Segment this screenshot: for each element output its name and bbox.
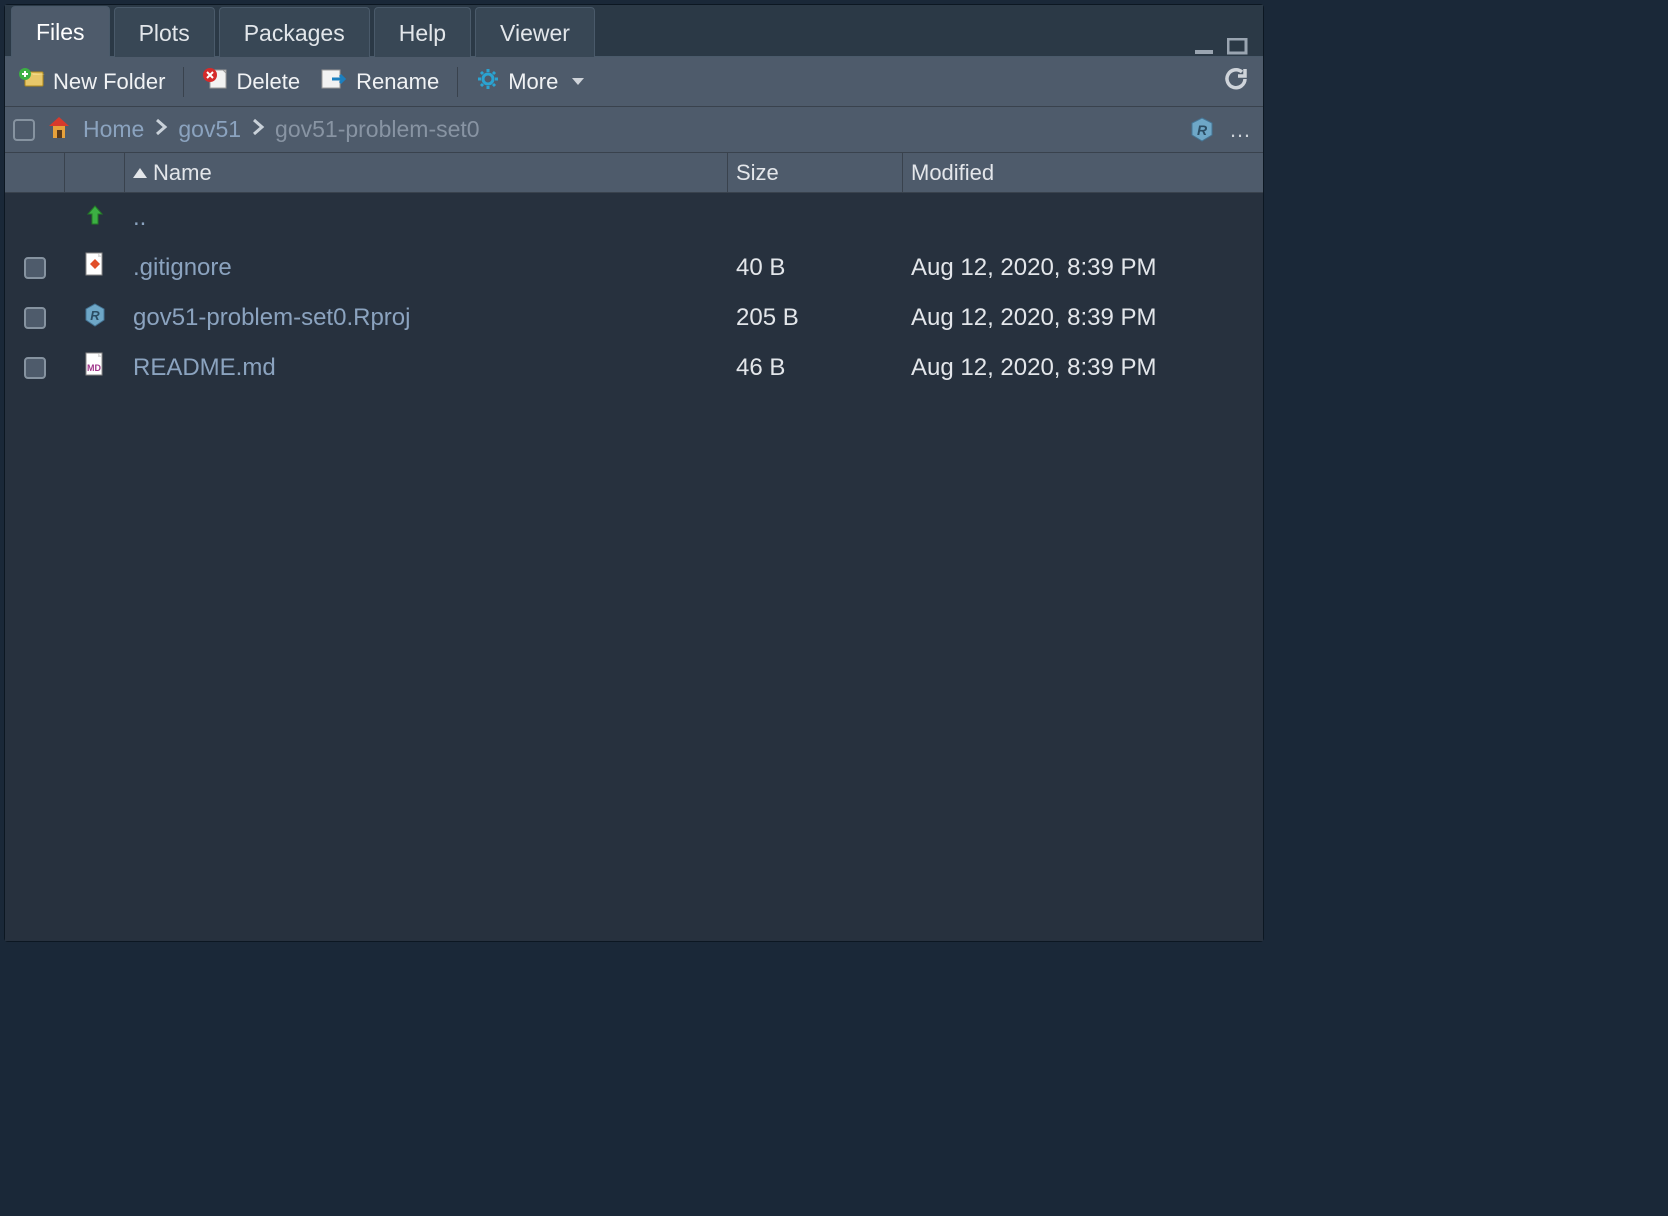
new-folder-icon [19, 68, 45, 96]
file-row[interactable]: R gov51-problem-set0.Rproj 205 B Aug 12,… [5, 293, 1263, 343]
ellipsis-button[interactable]: … [1225, 115, 1255, 145]
chevron-right-icon [251, 118, 265, 142]
rename-icon [320, 67, 348, 97]
col-size[interactable]: Size [728, 153, 903, 192]
select-all-checkbox[interactable] [13, 119, 35, 141]
file-name: .. [125, 204, 728, 232]
rename-button[interactable]: Rename [314, 63, 445, 101]
file-modified: Aug 12, 2020, 8:39 PM [903, 304, 1263, 332]
more-button[interactable]: More [470, 63, 590, 101]
chevron-right-icon [154, 118, 168, 142]
file-size: 40 B [728, 254, 903, 282]
row-checkbox[interactable] [24, 257, 46, 279]
gear-icon [476, 67, 500, 97]
col-check [5, 153, 65, 192]
col-modified[interactable]: Modified [903, 153, 1263, 192]
file-name: .gitignore [125, 254, 728, 282]
new-folder-button[interactable]: New Folder [13, 64, 171, 100]
refresh-icon [1223, 66, 1249, 98]
file-name: README.md [125, 354, 728, 382]
refresh-button[interactable] [1217, 62, 1255, 102]
delete-button[interactable]: Delete [196, 63, 306, 101]
markdown-file-icon: MD [83, 351, 107, 386]
tab-help[interactable]: Help [374, 7, 471, 57]
breadcrumb-home[interactable]: Home [83, 116, 144, 143]
col-modified-label: Modified [911, 160, 994, 186]
more-label: More [508, 69, 558, 95]
delete-icon [202, 67, 228, 97]
parent-directory-row[interactable]: .. [5, 193, 1263, 243]
rproj-file-icon: R [82, 301, 108, 336]
breadcrumb-item[interactable]: gov51-problem-set0 [275, 116, 480, 143]
toolbar: New Folder Delete Rename [5, 57, 1263, 107]
row-checkbox[interactable] [24, 357, 46, 379]
tab-files[interactable]: Files [11, 6, 110, 57]
svg-text:R: R [1197, 122, 1208, 138]
up-arrow-icon [83, 202, 107, 235]
tab-bar: Files Plots Packages Help Viewer [5, 5, 1263, 57]
file-modified: Aug 12, 2020, 8:39 PM [903, 354, 1263, 382]
chevron-down-icon [572, 78, 584, 85]
r-project-icon[interactable]: R [1187, 115, 1217, 145]
col-size-label: Size [736, 160, 779, 186]
git-file-icon [83, 251, 107, 286]
rename-label: Rename [356, 69, 439, 95]
tab-packages[interactable]: Packages [219, 7, 370, 57]
maximize-icon[interactable] [1227, 38, 1249, 56]
breadcrumb-item[interactable]: gov51 [178, 116, 241, 143]
col-name[interactable]: Name [125, 153, 728, 192]
breadcrumb: Home gov51 gov51-problem-set0 R … [5, 107, 1263, 153]
minimize-icon[interactable] [1193, 38, 1217, 56]
file-name: gov51-problem-set0.Rproj [125, 304, 728, 332]
home-icon[interactable] [45, 114, 73, 146]
svg-text:MD: MD [87, 363, 101, 373]
tab-viewer[interactable]: Viewer [475, 7, 595, 57]
files-panel: Files Plots Packages Help Viewer [4, 4, 1264, 942]
tab-plots[interactable]: Plots [114, 7, 215, 57]
delete-label: Delete [236, 69, 300, 95]
file-size: 46 B [728, 354, 903, 382]
file-row[interactable]: MD README.md 46 B Aug 12, 2020, 8:39 PM [5, 343, 1263, 393]
file-row[interactable]: .gitignore 40 B Aug 12, 2020, 8:39 PM [5, 243, 1263, 293]
separator [183, 67, 184, 97]
file-list: .. .gitignore 40 B Aug 12, 2020, 8:39 PM [5, 193, 1263, 941]
col-name-label: Name [153, 160, 212, 186]
file-modified: Aug 12, 2020, 8:39 PM [903, 254, 1263, 282]
sort-ascending-icon [133, 168, 147, 178]
new-folder-label: New Folder [53, 69, 165, 95]
file-size: 205 B [728, 304, 903, 332]
svg-text:R: R [90, 308, 100, 323]
col-icon [65, 153, 125, 192]
separator [457, 67, 458, 97]
column-header: Name Size Modified [5, 153, 1263, 193]
row-checkbox[interactable] [24, 307, 46, 329]
